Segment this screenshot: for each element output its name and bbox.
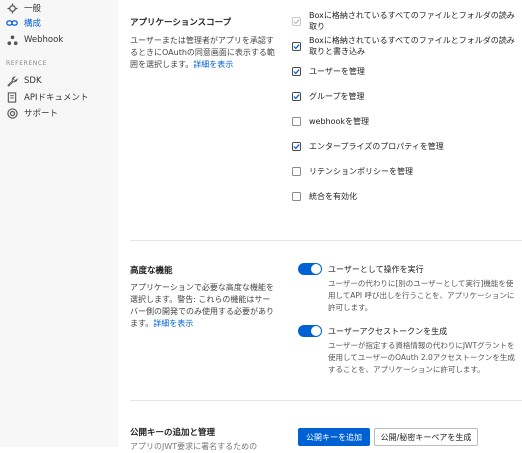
feature-description: ユーザーが指定する資格情報の代わりにJWTグラントを使用してユーザーのOAuth… bbox=[328, 341, 515, 374]
scope-label: webhookを管理 bbox=[309, 116, 370, 126]
scope-manage-groups[interactable]: グループを管理 bbox=[292, 89, 365, 103]
advanced-details-link[interactable]: 詳細を表示 bbox=[153, 319, 193, 328]
scope-label: Boxに格納されているすべてのファイルとフォルダの読み取りと書き込み bbox=[309, 36, 515, 56]
sidebar-item-sdk[interactable]: SDK bbox=[6, 73, 42, 89]
scope-label: リテンションポリシーを管理 bbox=[309, 166, 413, 176]
webhook-icon bbox=[6, 34, 18, 46]
scope-manage-webhook[interactable]: webhookを管理 bbox=[292, 114, 369, 128]
checkbox-unchecked[interactable] bbox=[292, 116, 301, 126]
reference-heading: REFERENCE bbox=[6, 60, 48, 67]
sidebar-item-label: APIドキュメント bbox=[24, 93, 89, 103]
document-icon bbox=[6, 91, 18, 103]
sidebar-item-webhook[interactable]: Webhook bbox=[6, 32, 63, 48]
scopes-details-link[interactable]: 詳細を表示 bbox=[193, 60, 233, 69]
add-public-key-button[interactable]: 公開キーを追加 bbox=[298, 428, 370, 446]
scope-manage-retention[interactable]: リテンションポリシーを管理 bbox=[292, 164, 413, 178]
sidebar-item-api-docs[interactable]: APIドキュメント bbox=[6, 89, 88, 105]
scopes-title: アプリケーションスコープ bbox=[130, 18, 232, 28]
scope-manage-enterprise[interactable]: エンタープライズのプロパティを管理 bbox=[292, 139, 444, 153]
scope-label: Boxに格納されているすべてのファイルとフォルダの読み取り bbox=[309, 11, 515, 31]
sidebar-item-label: サポート bbox=[24, 109, 59, 119]
sidebar-item-general[interactable]: 一般 bbox=[6, 0, 41, 16]
checkbox-checked[interactable] bbox=[292, 66, 301, 76]
scope-manage-users[interactable]: ユーザーを管理 bbox=[292, 64, 365, 78]
scope-read-files[interactable]: Boxに格納されているすべてのファイルとフォルダの読み取り bbox=[292, 11, 522, 31]
feature-generate-token[interactable]: ユーザーアクセストークンを生成 bbox=[298, 324, 447, 338]
sidebar-item-label: 一般 bbox=[24, 4, 42, 14]
scope-read-write-files[interactable]: Boxに格納されているすべてのファイルとフォルダの読み取りと書き込み bbox=[292, 36, 522, 56]
feature-as-user[interactable]: ユーザーとして操作を実行 bbox=[298, 262, 424, 276]
scope-label: ユーザーを管理 bbox=[309, 66, 365, 76]
generate-keypair-button[interactable]: 公開/秘密キーペアを生成 bbox=[374, 428, 478, 446]
toggle-switch[interactable] bbox=[298, 263, 322, 275]
section-divider bbox=[130, 400, 522, 401]
sidebar-item-label: 構成 bbox=[24, 19, 42, 29]
section-divider bbox=[130, 240, 522, 241]
scopes-description: ユーザーまたは管理者がアプリを承認するときにOAuthの同意画面に表示する範囲を… bbox=[130, 35, 275, 71]
sidebar-item-label: SDK bbox=[24, 76, 42, 86]
checkbox-checked[interactable] bbox=[292, 141, 301, 151]
wrench-icon bbox=[6, 75, 18, 87]
main-content: アプリケーションスコープ ユーザーまたは管理者がアプリを承認するときにOAuth… bbox=[118, 0, 522, 451]
support-icon bbox=[6, 107, 18, 119]
checkbox-checked[interactable] bbox=[292, 41, 301, 51]
checkbox-unchecked[interactable] bbox=[292, 191, 301, 201]
toggle-switch[interactable] bbox=[298, 325, 322, 337]
scope-enable-integrations[interactable]: 統合を有効化 bbox=[292, 189, 357, 203]
checkbox-disabled-checked[interactable] bbox=[292, 16, 301, 26]
advanced-description: アプリケーションで必要な高度な機能を選択します。警告: これらの機能はサーバー側… bbox=[130, 282, 275, 330]
sidebar-item-support[interactable]: サポート bbox=[6, 105, 58, 121]
feature-label: ユーザーアクセストークンを生成 bbox=[328, 326, 448, 336]
feature-label: ユーザーとして操作を実行 bbox=[328, 264, 424, 274]
chain-link-icon bbox=[6, 17, 18, 29]
scope-label: グループを管理 bbox=[309, 91, 365, 101]
advanced-title: 高度な機能 bbox=[130, 266, 173, 276]
checkbox-unchecked[interactable] bbox=[292, 166, 301, 176]
keys-description: アプリのJWT要求に署名するための bbox=[130, 442, 258, 451]
sidebar-item-configuration[interactable]: 構成 bbox=[6, 15, 41, 31]
sidebar-item-label: Webhook bbox=[24, 35, 64, 45]
checkbox-checked[interactable] bbox=[292, 91, 301, 101]
sidebar: 一般 構成 Webhook REFERENCE SDK APIドキュメント サポ… bbox=[0, 0, 119, 447]
advanced-description-text: アプリケーションで必要な高度な機能を選択します。警告: これらの機能はサーバー側… bbox=[130, 283, 274, 328]
settings-icon bbox=[6, 2, 18, 14]
scope-label: 統合を有効化 bbox=[309, 191, 357, 201]
scope-label: エンタープライズのプロパティを管理 bbox=[309, 141, 444, 151]
keys-title: 公開キーの追加と管理 bbox=[130, 428, 216, 438]
feature-description: ユーザーの代わりに[別のユーザーとして実行]機能を使用してAPI 呼び出しを行う… bbox=[328, 279, 515, 312]
